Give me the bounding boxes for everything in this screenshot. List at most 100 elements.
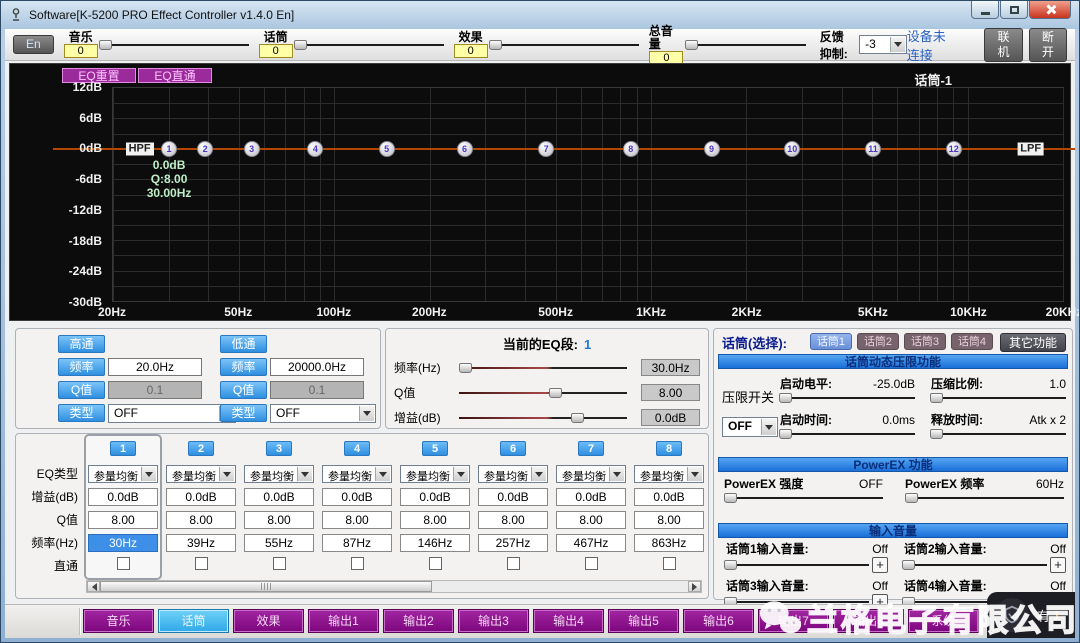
gain-cell[interactable]: 0.0dB xyxy=(244,488,314,506)
disconnect-button[interactable]: 断开 xyxy=(1029,28,1067,62)
bypass-checkbox[interactable] xyxy=(585,557,598,570)
eq-point-8[interactable]: 8 xyxy=(623,141,639,157)
mic-select-button-1[interactable]: 话筒1 xyxy=(810,333,852,350)
param-slider[interactable] xyxy=(931,392,1066,404)
bypass-checkbox[interactable] xyxy=(195,557,208,570)
param-slider[interactable] xyxy=(459,412,628,424)
chevron-down-icon[interactable] xyxy=(687,467,702,481)
bottom-tab-输出6[interactable]: 输出6 xyxy=(683,609,754,633)
bypass-checkbox[interactable] xyxy=(273,557,286,570)
gain-cell[interactable]: 0.0dB xyxy=(400,488,470,506)
plus-button[interactable]: + xyxy=(1050,557,1066,573)
gain-cell[interactable]: 0.0dB xyxy=(556,488,626,506)
eq-point-5[interactable]: 5 xyxy=(379,141,395,157)
eq-point-6[interactable]: 6 xyxy=(457,141,473,157)
param-slider[interactable] xyxy=(780,428,915,440)
lpf-freq-label[interactable]: 频率 xyxy=(220,358,267,376)
bottom-tab-输出5[interactable]: 输出5 xyxy=(608,609,679,633)
chevron-down-icon[interactable] xyxy=(453,467,468,481)
param-slider[interactable] xyxy=(905,492,1064,504)
feedback-suppression-dropdown[interactable]: -3 xyxy=(859,35,907,54)
eq-point-3[interactable]: 3 xyxy=(244,141,260,157)
chevron-down-icon[interactable] xyxy=(359,406,374,421)
language-button[interactable]: En xyxy=(13,35,54,54)
eq-type-dropdown[interactable]: 参量均衡 xyxy=(166,465,236,483)
eq-point-1[interactable]: 1 xyxy=(161,141,177,157)
eq-type-dropdown[interactable]: 参量均衡 xyxy=(244,465,314,483)
freq-cell[interactable]: 55Hz xyxy=(244,534,314,552)
eq-point-10[interactable]: 10 xyxy=(784,141,800,157)
param-slider[interactable] xyxy=(724,492,883,504)
mic-select-button-3[interactable]: 话筒3 xyxy=(904,333,946,350)
hpf-marker[interactable]: HPF xyxy=(126,142,154,155)
band-number-chip[interactable]: 2 xyxy=(188,441,214,456)
hpf-type-label[interactable]: 类型 xyxy=(58,404,105,422)
hpf-type-dropdown[interactable]: OFF xyxy=(108,404,236,423)
limiter-switch-dropdown[interactable]: OFF xyxy=(722,417,778,437)
bypass-checkbox[interactable] xyxy=(663,557,676,570)
q-cell[interactable]: 8.00 xyxy=(244,511,314,529)
mic-select-button-2[interactable]: 话筒2 xyxy=(857,333,899,350)
band-number-chip[interactable]: 5 xyxy=(422,441,448,456)
param-slider[interactable] xyxy=(726,559,869,571)
level-slider[interactable] xyxy=(101,39,249,51)
lpf-q-label[interactable]: Q值 xyxy=(220,381,267,399)
slider-thumb[interactable] xyxy=(905,493,918,503)
freq-cell[interactable]: 87Hz xyxy=(322,534,392,552)
bypass-checkbox[interactable] xyxy=(429,557,442,570)
slider-thumb[interactable] xyxy=(724,560,737,570)
other-functions-button[interactable]: 其它功能 xyxy=(1000,333,1066,352)
lpf-freq-input[interactable]: 20000.0Hz xyxy=(270,358,364,376)
freq-cell[interactable]: 257Hz xyxy=(478,534,548,552)
param-slider[interactable] xyxy=(931,428,1066,440)
lpf-title-chip[interactable]: 低通 xyxy=(220,335,267,353)
eq-type-dropdown[interactable]: 参量均衡 xyxy=(88,465,158,483)
band-number-chip[interactable]: 4 xyxy=(344,441,370,456)
slider-thumb[interactable] xyxy=(571,413,584,423)
scroll-left-arrow[interactable] xyxy=(87,581,100,592)
gain-cell[interactable]: 0.0dB xyxy=(88,488,158,506)
q-cell[interactable]: 8.00 xyxy=(478,511,548,529)
chevron-down-icon[interactable] xyxy=(297,467,312,481)
eq-type-dropdown[interactable]: 参量均衡 xyxy=(478,465,548,483)
shield-icon[interactable] xyxy=(995,598,1029,632)
q-cell[interactable]: 8.00 xyxy=(634,511,704,529)
q-cell[interactable]: 8.00 xyxy=(166,511,236,529)
freq-cell[interactable]: 146Hz xyxy=(400,534,470,552)
minimize-button[interactable] xyxy=(971,1,999,19)
chevron-down-icon[interactable] xyxy=(890,37,905,52)
bottom-tab-输出3[interactable]: 输出3 xyxy=(458,609,529,633)
eq-point-2[interactable]: 2 xyxy=(197,141,213,157)
freq-cell[interactable]: 39Hz xyxy=(166,534,236,552)
freq-cell[interactable]: 863Hz xyxy=(634,534,704,552)
eq-type-dropdown[interactable]: 参量均衡 xyxy=(634,465,704,483)
band-number-chip[interactable]: 3 xyxy=(266,441,292,456)
slider-thumb[interactable] xyxy=(459,363,472,373)
chevron-down-icon[interactable] xyxy=(219,467,234,481)
bottom-tab-输出8[interactable]: 输出8 xyxy=(833,609,904,633)
gain-cell[interactable]: 0.0dB xyxy=(322,488,392,506)
eq-point-12[interactable]: 12 xyxy=(946,141,962,157)
param-slider[interactable] xyxy=(459,362,628,374)
gain-cell[interactable]: 0.0dB xyxy=(634,488,704,506)
q-cell[interactable]: 8.00 xyxy=(322,511,392,529)
band-number-chip[interactable]: 7 xyxy=(578,441,604,456)
maximize-button[interactable] xyxy=(1000,1,1028,19)
bottom-tab-输出7[interactable]: 输出7 xyxy=(758,609,829,633)
close-button[interactable] xyxy=(1029,1,1071,19)
slider-thumb[interactable] xyxy=(724,493,737,503)
param-slider[interactable] xyxy=(780,392,915,404)
slider-thumb[interactable] xyxy=(779,393,792,403)
bottom-tab-输出4[interactable]: 输出4 xyxy=(533,609,604,633)
bypass-checkbox[interactable] xyxy=(117,557,130,570)
hpf-title-chip[interactable]: 高通 xyxy=(58,335,105,353)
hpf-freq-input[interactable]: 20.0Hz xyxy=(108,358,202,376)
band-number-chip[interactable]: 6 xyxy=(500,441,526,456)
q-cell[interactable]: 8.00 xyxy=(88,511,158,529)
gain-cell[interactable]: 0.0dB xyxy=(478,488,548,506)
bottom-tab-输出2[interactable]: 输出2 xyxy=(383,609,454,633)
freq-cell[interactable]: 30Hz xyxy=(88,534,158,552)
lpf-marker[interactable]: LPF xyxy=(1017,142,1044,155)
eq-type-dropdown[interactable]: 参量均衡 xyxy=(400,465,470,483)
horizontal-scrollbar[interactable] xyxy=(86,580,702,593)
